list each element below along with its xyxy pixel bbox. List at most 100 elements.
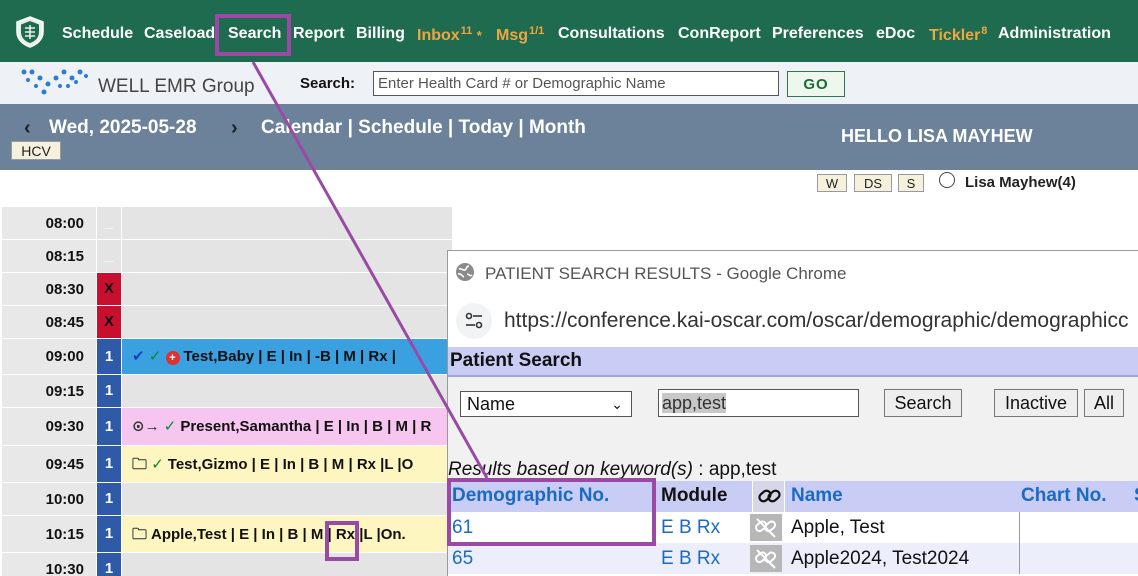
col-s[interactable]: S (1134, 485, 1138, 507)
slot-marker[interactable]: 1 (97, 483, 121, 515)
appointment[interactable]: ⊙→ ✓ Present,Samantha | E | In | B | M | … (122, 408, 452, 446)
col-chart-no[interactable]: Chart No. (1021, 485, 1107, 507)
patient-search-header: Patient Search (448, 347, 1138, 377)
nav-msg[interactable]: Msg1/1 (496, 25, 544, 45)
time-slot[interactable]: 10:15 (2, 516, 96, 553)
nav-inbox-badge: 11 (460, 25, 473, 37)
unlink-icon[interactable] (750, 514, 782, 541)
time-slot[interactable]: 08:15 (2, 240, 96, 273)
nav-tickler[interactable]: Tickler8 (929, 25, 987, 45)
time-slot[interactable]: 09:30 (2, 408, 96, 446)
results-prefix: Results based on keyword(s) (448, 459, 693, 480)
nav-preferences[interactable]: Preferences (772, 25, 864, 43)
slot-marker[interactable]: 1 (97, 516, 121, 552)
slot-marker[interactable]: X (97, 273, 121, 305)
go-button[interactable]: GO (787, 71, 845, 97)
empty-slot[interactable] (122, 375, 452, 408)
appointment[interactable]: 🗀 Apple,Test | E | In | B | M | Rx |L |On… (122, 516, 452, 553)
time-slot[interactable]: 08:45 (2, 306, 96, 339)
keyword-value: app,test (662, 393, 727, 413)
s-view-button[interactable]: S (898, 174, 924, 192)
nav-inbox[interactable]: Inbox11 * (417, 25, 482, 45)
patient-name: Apple2024, Test2024 (791, 548, 970, 569)
empty-slot[interactable] (122, 240, 452, 273)
unlink-icon[interactable] (750, 545, 782, 572)
nav-billing[interactable]: Billing (356, 25, 405, 43)
day-sheet-button[interactable]: DS (854, 174, 892, 192)
appointment-label[interactable]: Test,Baby | E | In | -B | M | Rx | (184, 348, 396, 365)
prev-day-icon[interactable]: ‹ (24, 117, 31, 140)
appointment-label[interactable]: Apple,Test | E | In | B | M | Rx |L |On. (151, 526, 406, 543)
week-view-button[interactable]: W (817, 174, 847, 192)
search-by-select[interactable]: Name ⌄ (460, 391, 632, 417)
inactive-button[interactable]: Inactive (994, 389, 1078, 417)
time-slot[interactable]: 09:45 (2, 446, 96, 483)
appointment-label[interactable]: Test,Gizmo | E | In | B | M | Rx |L |O (168, 456, 414, 473)
column-divider (1019, 543, 1020, 574)
slot-marker[interactable]: 1 (97, 446, 121, 482)
nav-report[interactable]: Report (293, 25, 345, 43)
popup-url-bar: https://conference.kai-oscar.com/oscar/d… (448, 295, 1138, 347)
slot-marker[interactable]: 1 (97, 408, 121, 445)
time-slot[interactable]: 10:00 (2, 483, 96, 516)
time-slot[interactable]: 08:30 (2, 273, 96, 306)
folder-icon[interactable]: 🗀 ✓ (132, 446, 164, 482)
provider-radio[interactable] (939, 172, 955, 188)
col-name[interactable]: Name (791, 485, 843, 507)
empty-slot[interactable] (122, 553, 452, 576)
slot-marker[interactable]: X (97, 306, 121, 338)
slot-marker[interactable]: 1 (97, 375, 121, 407)
table-row: 65 E B Rx Apple2024, Test2024 (448, 543, 1138, 574)
keyword-input[interactable]: app,test (658, 389, 859, 417)
nav-tickler-label: Tickler (929, 27, 981, 44)
nav-schedule[interactable]: Schedule (62, 25, 133, 43)
nav-conreport[interactable]: ConReport (678, 25, 761, 43)
nav-tickler-badge: 8 (981, 25, 988, 37)
slot-marker[interactable]: _ (97, 240, 121, 272)
search-by-value: Name (467, 394, 516, 414)
site-settings-icon[interactable] (456, 303, 492, 339)
calendar-view-links[interactable]: Calendar | Schedule | Today | Month (261, 117, 586, 139)
nav-administration[interactable]: Administration (998, 25, 1111, 43)
popup-window-title: PATIENT SEARCH RESULTS - Google Chrome (485, 264, 847, 283)
current-date: Wed, 2025-05-28 (49, 117, 197, 138)
highlight-m-link (325, 521, 359, 561)
appointment[interactable]: ✔ ✓ + Test,Baby | E | In | -B | M | Rx | (122, 339, 452, 375)
search-label: Search: (300, 75, 356, 92)
time-slot[interactable]: 09:00 (2, 339, 96, 375)
link-icon (752, 481, 785, 512)
popup-url-text[interactable]: https://conference.kai-oscar.com/oscar/d… (504, 309, 1128, 333)
time-slot[interactable]: 09:15 (2, 375, 96, 408)
module-links[interactable]: E B Rx (661, 548, 720, 570)
patient-search-title: Patient Search (450, 350, 582, 371)
search-button[interactable]: Search (884, 389, 962, 417)
chevron-down-icon: ⌄ (611, 396, 623, 412)
patient-search-form: Name ⌄ app,test Search Inactive All Resu… (448, 377, 1138, 481)
folder-icon[interactable]: 🗀 (132, 516, 147, 552)
health-card-search-input[interactable] (373, 71, 779, 96)
empty-slot[interactable] (122, 207, 452, 240)
slot-marker[interactable]: _ (97, 207, 121, 239)
empty-slot[interactable] (122, 273, 452, 306)
results-keyword: : app,test (698, 459, 777, 480)
appointment-label[interactable]: Present,Samantha | E | In | B | M | R (180, 418, 431, 435)
slot-marker[interactable]: 1 (97, 553, 121, 576)
hcv-button[interactable]: HCV (11, 141, 61, 160)
nav-edoc[interactable]: eDoc (876, 25, 915, 43)
arrived-icon[interactable]: ⊙→ ✓ (132, 408, 176, 445)
status-checked-icon[interactable]: ✔ ✓ + (132, 339, 180, 374)
nav-inbox-star: * (476, 28, 482, 43)
appointment[interactable]: 🗀 ✓ Test,Gizmo | E | In | B | M | Rx |L |… (122, 446, 452, 483)
module-links[interactable]: E B Rx (661, 517, 720, 539)
time-slot[interactable]: 10:30 (2, 553, 96, 576)
time-slot[interactable]: 08:00 (2, 207, 96, 240)
empty-slot[interactable] (122, 306, 452, 339)
nav-consultations[interactable]: Consultations (558, 25, 665, 43)
empty-slot[interactable] (122, 483, 452, 516)
well-emr-logo-icon (21, 69, 88, 95)
nav-caseload[interactable]: Caseload (144, 25, 215, 43)
slot-marker[interactable]: 1 (97, 339, 121, 374)
next-day-icon[interactable]: › (231, 117, 238, 140)
demographic-no-link[interactable]: 65 (452, 548, 473, 570)
all-button[interactable]: All (1084, 389, 1124, 417)
